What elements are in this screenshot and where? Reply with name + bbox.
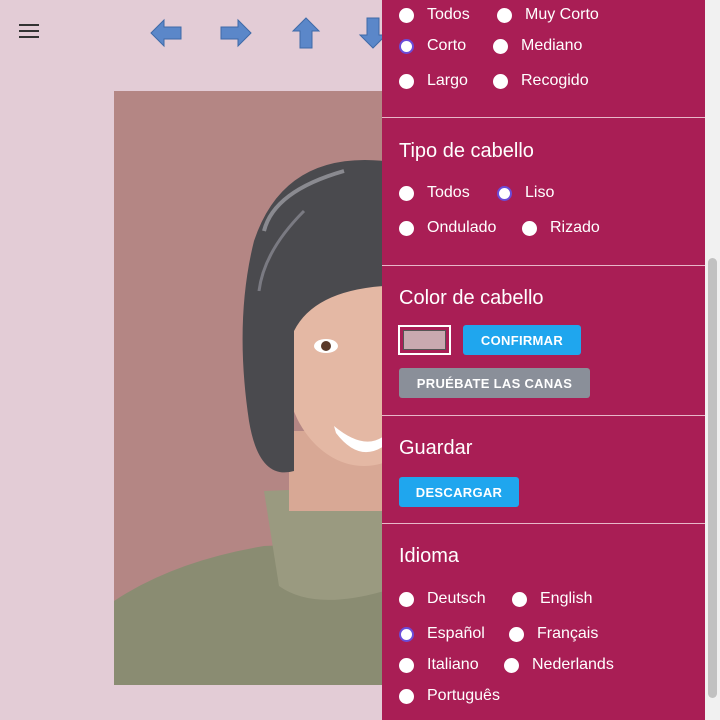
radio-hair-type-3[interactable]: Rizado — [522, 219, 600, 237]
panel-scrollbar[interactable] — [705, 0, 720, 720]
radio-button[interactable] — [399, 220, 414, 236]
radio-button[interactable] — [399, 185, 414, 201]
radio-button[interactable] — [509, 626, 524, 642]
hairstyle-preview-photo — [114, 91, 384, 685]
hair-type-title: Tipo de cabello — [399, 140, 534, 162]
arrow-left-icon[interactable] — [149, 16, 183, 50]
radio-language-0[interactable]: Deutsch — [399, 590, 486, 608]
hair-color-title: Color de cabello — [399, 287, 544, 309]
radio-length-2[interactable]: Corto — [399, 37, 466, 55]
radio-button[interactable] — [522, 220, 537, 236]
hamburger-menu-icon[interactable] — [19, 24, 39, 40]
scrollbar-thumb[interactable] — [708, 258, 717, 698]
radio-label: Ondulado — [427, 219, 497, 236]
section-divider — [382, 117, 705, 118]
arrow-up-icon[interactable] — [289, 16, 323, 50]
radio-label: Français — [537, 625, 599, 642]
radio-hair-type-0[interactable]: Todos — [399, 184, 470, 202]
radio-label: Largo — [427, 72, 468, 89]
radio-button[interactable] — [399, 688, 414, 704]
radio-label: Todos — [427, 184, 470, 201]
radio-button[interactable] — [493, 73, 508, 89]
radio-button[interactable] — [399, 591, 414, 607]
language-title: Idioma — [399, 545, 460, 567]
radio-button-selected[interactable] — [399, 38, 414, 54]
radio-length-3[interactable]: Mediano — [493, 37, 582, 55]
try-gray-hair-button[interactable]: PRUÉBATE LAS CANAS — [399, 368, 590, 398]
radio-label: Português — [427, 687, 500, 704]
radio-button[interactable] — [399, 73, 414, 89]
radio-length-4[interactable]: Largo — [399, 72, 468, 90]
radio-label: Recogido — [521, 72, 589, 89]
radio-label: Liso — [525, 184, 555, 201]
radio-button[interactable] — [504, 657, 519, 673]
radio-language-1[interactable]: English — [512, 590, 592, 608]
radio-label: Nederlands — [532, 656, 614, 673]
radio-length-5[interactable]: Recogido — [493, 72, 589, 90]
color-swatch[interactable] — [398, 325, 451, 355]
radio-label: Español — [427, 625, 485, 642]
radio-language-3[interactable]: Français — [509, 625, 598, 643]
radio-label: Corto — [427, 37, 467, 54]
radio-label: Deutsch — [427, 590, 486, 607]
radio-button-selected[interactable] — [497, 185, 512, 201]
radio-button[interactable] — [399, 657, 414, 673]
save-title: Guardar — [399, 437, 473, 459]
radio-language-4[interactable]: Italiano — [399, 656, 479, 674]
radio-label: Italiano — [427, 656, 479, 673]
radio-button[interactable] — [493, 38, 508, 54]
radio-length-0[interactable]: Todos — [399, 6, 470, 24]
radio-label: Muy Corto — [525, 6, 599, 23]
radio-hair-type-2[interactable]: Ondulado — [399, 219, 496, 237]
radio-label: Rizado — [550, 219, 600, 236]
radio-language-2[interactable]: Español — [399, 625, 485, 643]
radio-language-6[interactable]: Português — [399, 687, 500, 705]
radio-label: Todos — [427, 6, 470, 23]
confirm-button[interactable]: CONFIRMAR — [463, 325, 581, 355]
radio-length-1[interactable]: Muy Corto — [497, 6, 599, 24]
radio-label: English — [540, 590, 593, 607]
radio-button-selected[interactable] — [399, 626, 414, 642]
radio-button[interactable] — [399, 7, 414, 23]
radio-button[interactable] — [497, 7, 512, 23]
radio-language-5[interactable]: Nederlands — [504, 656, 614, 674]
radio-label: Mediano — [521, 37, 583, 54]
arrow-right-icon[interactable] — [219, 16, 253, 50]
section-divider — [382, 265, 705, 266]
options-panel: Todos Muy Corto Corto Mediano Largo Reco… — [382, 0, 705, 720]
radio-hair-type-1[interactable]: Liso — [497, 184, 554, 202]
section-divider — [382, 523, 705, 524]
radio-button[interactable] — [512, 591, 527, 607]
section-divider — [382, 415, 705, 416]
download-button[interactable]: DESCARGAR — [399, 477, 519, 507]
